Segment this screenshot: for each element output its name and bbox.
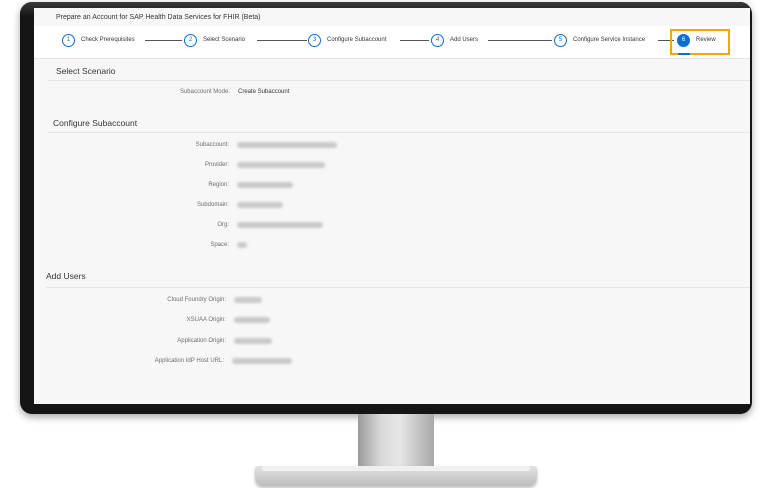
- step-number: 4: [431, 33, 444, 47]
- field-application-origin: Application Origin:: [34, 338, 272, 344]
- field-label: XSUAA Origin:: [186, 317, 226, 323]
- field-value: Create Subaccount: [238, 89, 290, 95]
- step-label: Check Prerequisites: [81, 37, 135, 43]
- field-subaccount: Subaccount:: [34, 142, 337, 148]
- redacted-value: [237, 222, 323, 228]
- redacted-value: [237, 142, 337, 148]
- section-title-select-scenario: Select Scenario: [56, 66, 116, 76]
- redacted-value: [234, 338, 272, 344]
- step-label: Configure Service Instance: [573, 37, 646, 43]
- monitor-stand-base-top: [262, 466, 530, 471]
- field-label: Subaccount Mode:: [179, 89, 230, 95]
- active-step-indicator: [678, 53, 690, 55]
- step-select-scenario[interactable]: 2 Select Scenario: [184, 32, 245, 48]
- wizard-title: Prepare an Account for SAP Health Data S…: [56, 14, 261, 21]
- field-provider: Provider:: [34, 162, 325, 168]
- step-configure-service-instance[interactable]: 5 Configure Service Instance: [554, 32, 645, 48]
- step-connector: [257, 40, 307, 41]
- step-number: 1: [62, 33, 75, 47]
- field-label: Application Origin:: [177, 338, 226, 344]
- step-configure-subaccount[interactable]: 3 Configure Subaccount: [308, 32, 386, 48]
- field-label: Org:: [217, 222, 229, 228]
- redacted-value: [237, 242, 247, 248]
- monitor-stand-neck: [358, 414, 434, 470]
- section-divider: [48, 132, 750, 133]
- section-divider: [48, 80, 750, 81]
- field-label: Provider:: [204, 162, 229, 168]
- app-screen: Prepare an Account for SAP Health Data S…: [34, 8, 750, 404]
- step-check-prerequisites[interactable]: 1 Check Prerequisites: [62, 32, 135, 48]
- redacted-value: [237, 162, 325, 168]
- field-label: Cloud Foundry Origin:: [167, 297, 226, 303]
- redacted-value: [234, 317, 270, 323]
- field-space: Space:: [34, 242, 247, 248]
- section-divider: [46, 287, 750, 288]
- field-xsuaa-origin: XSUAA Origin:: [34, 317, 270, 323]
- step-label: Configure Subaccount: [327, 37, 387, 43]
- field-subdomain: Subdomain:: [34, 202, 283, 208]
- field-label: Region:: [208, 182, 229, 188]
- field-org: Org:: [34, 222, 323, 228]
- step-add-users[interactable]: 4 Add Users: [431, 32, 478, 48]
- field-application-idp-host-url: Application IdP Host URL:: [34, 358, 292, 364]
- step-number: 2: [184, 33, 197, 47]
- field-label: Subdomain:: [196, 202, 229, 208]
- wizard-progress-bar: 1 Check Prerequisites 2 Select Scenario …: [34, 26, 750, 59]
- section-title-configure-subaccount: Configure Subaccount: [53, 118, 138, 128]
- step-number: 5: [554, 33, 567, 47]
- field-label: Space:: [210, 242, 229, 248]
- section-title-add-users: Add Users: [46, 271, 86, 281]
- step-connector: [145, 40, 182, 41]
- redacted-value: [232, 358, 292, 364]
- step-connector: [488, 40, 552, 41]
- field-subaccount-mode: Subaccount Mode: Create Subaccount: [34, 89, 289, 95]
- redacted-value: [234, 297, 262, 303]
- field-label: Application IdP Host URL:: [154, 358, 224, 364]
- review-highlight-box: [670, 29, 730, 55]
- redacted-value: [237, 182, 293, 188]
- redacted-value: [237, 202, 283, 208]
- field-region: Region:: [34, 182, 293, 188]
- field-cloud-foundry-origin: Cloud Foundry Origin:: [34, 297, 262, 303]
- step-label: Add Users: [450, 37, 479, 43]
- field-label: Subaccount:: [195, 142, 229, 148]
- step-connector: [400, 40, 429, 41]
- step-label: Select Scenario: [203, 37, 246, 43]
- step-number: 3: [308, 33, 321, 47]
